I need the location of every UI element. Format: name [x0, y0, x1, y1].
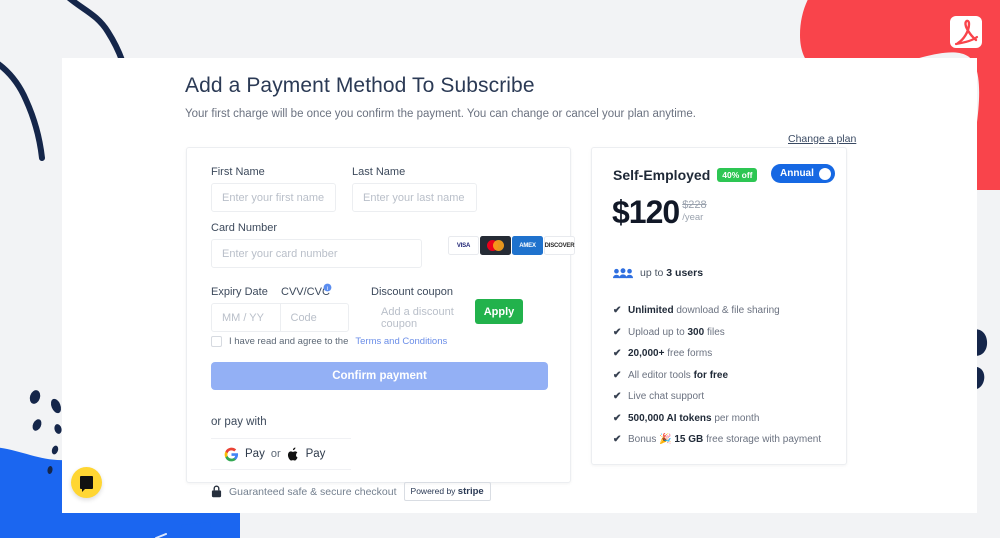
stripe-badge: Powered by stripe: [403, 482, 491, 501]
visa-icon: VISA: [448, 236, 479, 255]
feature-text: All editor tools for free: [628, 369, 729, 381]
first-name-input[interactable]: Enter your first name: [211, 183, 336, 212]
secure-checkout-row: Guaranteed safe & secure checkout Powere…: [211, 482, 491, 501]
wallet-payment-options[interactable]: Pay or Pay: [211, 438, 351, 470]
cvv-placeholder: Code: [290, 311, 317, 324]
check-icon: ✔: [613, 305, 622, 317]
list-item: ✔ All editor tools for free: [613, 365, 833, 387]
plan-header: Self-Employed 40% off: [613, 167, 758, 183]
terms-row: I have read and agree to the Terms and C…: [211, 336, 447, 347]
expiry-label: Expiry Date: [211, 286, 268, 298]
feature-text: Unlimited download & file sharing: [628, 305, 780, 317]
or-pay-with-label: or pay with: [211, 416, 267, 428]
users-icon: [613, 267, 633, 278]
google-pay-icon: [224, 447, 239, 461]
plan-features-list: ✔ Unlimited download & file sharing ✔ Up…: [613, 300, 833, 451]
expiry-placeholder: MM / YY: [222, 311, 264, 324]
apple-pay-icon: [287, 446, 298, 461]
plan-name: Self-Employed: [613, 167, 711, 183]
plan-discount-badge: 40% off: [717, 168, 758, 182]
users-count: 3 users: [666, 267, 704, 279]
check-icon: ✔: [613, 412, 622, 424]
users-prefix: up to: [640, 267, 664, 279]
google-pay-label: Pay: [245, 448, 265, 460]
page-title: Add a Payment Method To Subscribe: [185, 74, 535, 97]
page-subtitle: Your first charge will be once you confi…: [185, 108, 696, 120]
plan-summary-card: Self-Employed 40% off Annual $120 $228 /…: [591, 147, 847, 465]
billing-cycle-label: Annual: [780, 168, 814, 179]
amex-icon: AMEX: [512, 236, 543, 255]
toggle-knob: [818, 167, 831, 180]
check-icon: ✔: [613, 434, 622, 446]
first-name-placeholder: Enter your first name: [222, 191, 325, 204]
last-name-placeholder: Enter your last name: [363, 191, 465, 204]
check-icon: ✔: [613, 369, 622, 381]
discover-icon: DISCOVER: [544, 236, 575, 255]
card-number-label: Card Number: [211, 222, 278, 234]
list-item: ✔ Upload up to 300 files: [613, 322, 833, 344]
apply-coupon-button[interactable]: Apply: [475, 299, 523, 324]
pdf-logo-icon: [950, 16, 982, 48]
feature-text: Upload up to 300 files: [628, 326, 725, 338]
stripe-prefix: Powered by: [410, 486, 456, 496]
check-icon: ✔: [613, 326, 622, 338]
list-item: ✔ Live chat support: [613, 386, 833, 408]
list-item: ✔ Unlimited download & file sharing: [613, 300, 833, 322]
terms-text: I have read and agree to the: [229, 336, 349, 347]
users-row: up to 3 users: [613, 267, 703, 279]
apple-pay-label: Pay: [305, 448, 326, 460]
stripe-name: stripe: [457, 486, 484, 497]
card-brand-logos: VISA AMEX DISCOVER: [448, 236, 575, 255]
billing-cycle-toggle[interactable]: Annual: [771, 164, 835, 183]
feature-text: Bonus 🎉 15 GB free storage with payment: [628, 434, 822, 446]
last-name-label: Last Name: [352, 166, 406, 178]
card-number-placeholder: Enter your card number: [222, 247, 338, 260]
page-root: Add a Payment Method To Subscribe Your f…: [0, 0, 1000, 538]
chat-widget-button[interactable]: [71, 467, 102, 498]
list-item: ✔ 500,000 AI tokens per month: [613, 408, 833, 430]
list-item: ✔ Bonus 🎉 15 GB free storage with paymen…: [613, 429, 833, 451]
expiry-input[interactable]: MM / YY: [212, 304, 281, 331]
secure-checkout-text: Guaranteed safe & secure checkout: [229, 485, 397, 498]
feature-text: Live chat support: [628, 391, 705, 403]
confirm-payment-button[interactable]: Confirm payment: [211, 362, 548, 390]
info-circle-icon[interactable]: i: [323, 283, 332, 292]
change-plan-link[interactable]: Change a plan: [788, 133, 856, 145]
last-name-input[interactable]: Enter your last name: [352, 183, 477, 212]
discount-placeholder: Add a discount coupon: [381, 305, 454, 330]
expiry-cvv-group: MM / YY Code: [211, 303, 349, 332]
cvv-input[interactable]: Code: [281, 304, 349, 331]
users-text: up to 3 users: [640, 267, 703, 279]
discount-input[interactable]: Add a discount coupon: [371, 303, 480, 332]
feature-text: 500,000 AI tokens per month: [628, 412, 760, 424]
terms-checkbox[interactable]: [211, 336, 222, 347]
main-panel: Add a Payment Method To Subscribe Your f…: [62, 58, 977, 513]
check-icon: ✔: [613, 348, 622, 360]
check-icon: ✔: [613, 391, 622, 403]
price-original: $228: [682, 199, 707, 211]
price-amount: $120: [612, 194, 680, 230]
mastercard-icon: [480, 236, 511, 255]
feature-text: 20,000+ free forms: [628, 348, 713, 360]
lock-icon: [211, 485, 222, 498]
first-name-label: First Name: [211, 166, 265, 178]
svg-text:i: i: [327, 286, 328, 292]
payment-form-card: First Name Enter your first name Last Na…: [186, 147, 575, 501]
chat-bubble-icon: [80, 476, 93, 492]
price-period: /year: [682, 212, 704, 223]
wallet-or-label: or: [270, 448, 281, 460]
discount-label: Discount coupon: [371, 286, 453, 298]
list-item: ✔ 20,000+ free forms: [613, 343, 833, 365]
card-number-input[interactable]: Enter your card number: [211, 239, 422, 268]
terms-and-conditions-link[interactable]: Terms and Conditions: [355, 336, 447, 347]
price-row: $120 $228 /year: [612, 196, 707, 228]
